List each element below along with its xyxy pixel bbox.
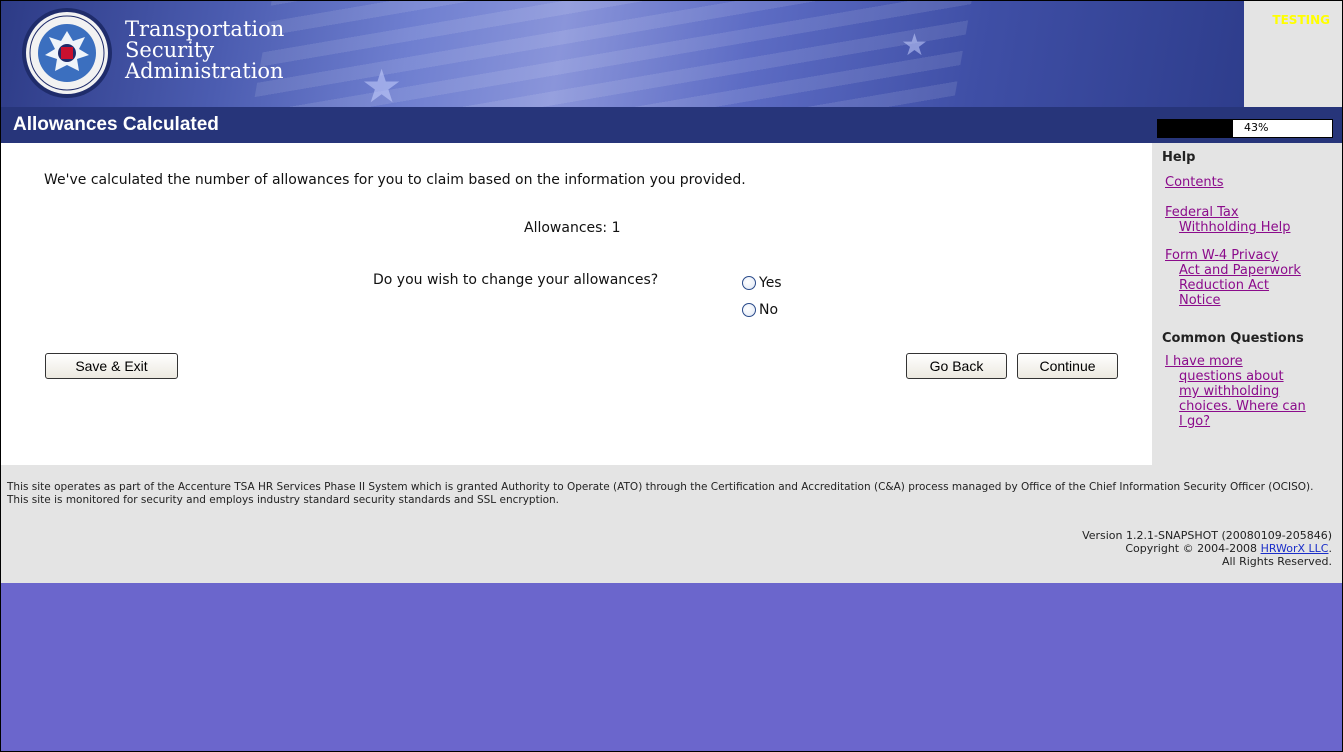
link-line: Notice <box>1179 293 1221 308</box>
link-line: Form W-4 Privacy <box>1165 248 1279 263</box>
common-questions-heading: Common Questions <box>1162 331 1304 346</box>
agency-name-line: Transportation <box>125 17 285 41</box>
save-exit-button[interactable]: Save & Exit <box>45 353 178 379</box>
change-question: Do you wish to change your allowances? <box>373 272 659 288</box>
copyright-suffix: . <box>1328 542 1333 555</box>
help-sidebar: Help Contents Federal Tax Withholding He… <box>1152 143 1342 465</box>
link-line: Withholding Help <box>1179 220 1291 235</box>
version-line: Version 1.2.1-SNAPSHOT (20080109-205846) <box>1082 529 1332 542</box>
radio-option-yes[interactable]: Yes <box>742 275 782 291</box>
copyright-line: Copyright © 2004-2008 HRWorX LLC. <box>1082 542 1332 555</box>
testing-label: TESTING <box>1272 13 1330 27</box>
progress-fill <box>1158 120 1233 137</box>
footer: This site operates as part of the Accent… <box>1 465 1342 583</box>
intro-text: We've calculated the number of allowance… <box>44 172 746 188</box>
agency-name-line: Security <box>125 38 215 62</box>
link-line: Federal Tax <box>1165 205 1239 220</box>
link-line: choices. Where can <box>1179 399 1306 414</box>
environment-panel: TESTING <box>1244 1 1342 107</box>
allowances-value: Allowances: 1 <box>524 220 621 236</box>
dhs-seal-icon <box>22 8 112 98</box>
radio-icon[interactable] <box>742 303 756 317</box>
agency-name-line: Administration <box>125 59 284 83</box>
help-link-more-questions[interactable]: I have more questions about my withholdi… <box>1165 354 1306 429</box>
radio-icon[interactable] <box>742 276 756 290</box>
page-frame: ★ ★ Transportation Security Administrati… <box>0 0 1343 752</box>
go-back-button[interactable]: Go Back <box>906 353 1007 379</box>
security-notice: This site operates as part of the Accent… <box>7 481 1314 506</box>
continue-button[interactable]: Continue <box>1017 353 1118 379</box>
copyright-prefix: Copyright © 2004-2008 <box>1125 542 1261 555</box>
link-line: I have more <box>1165 354 1243 369</box>
version-info: Version 1.2.1-SNAPSHOT (20080109-205846)… <box>1082 529 1332 568</box>
star-decoration-icon: ★ <box>901 28 928 63</box>
help-link-federal-tax[interactable]: Federal Tax Withholding Help <box>1165 205 1290 235</box>
page-title: Allowances Calculated <box>13 114 219 135</box>
main-content: We've calculated the number of allowance… <box>1 143 1152 465</box>
header-banner: ★ ★ Transportation Security Administrati… <box>1 1 1244 107</box>
link-line: I go? <box>1179 414 1211 429</box>
help-heading: Help <box>1162 150 1196 165</box>
star-decoration-icon: ★ <box>361 59 403 107</box>
progress-bar: 43% <box>1157 119 1333 138</box>
flag-stripes <box>243 1 979 107</box>
radio-label-no: No <box>759 302 779 318</box>
radio-option-no[interactable]: No <box>742 302 778 318</box>
progress-label: 43% <box>1244 121 1269 134</box>
hrworx-link[interactable]: HRWorX LLC <box>1261 542 1329 555</box>
link-line: questions about <box>1179 369 1284 384</box>
link-line: Act and Paperwork <box>1179 263 1301 278</box>
help-link-w4-privacy[interactable]: Form W-4 Privacy Act and Paperwork Reduc… <box>1165 248 1301 308</box>
rights-line: All Rights Reserved. <box>1221 555 1332 568</box>
help-link-contents[interactable]: Contents <box>1165 175 1223 190</box>
link-line: Reduction Act <box>1179 278 1270 293</box>
title-bar: Allowances Calculated <box>1 107 1342 143</box>
link-line: my withholding <box>1179 384 1280 399</box>
radio-label-yes: Yes <box>759 275 782 291</box>
agency-name: Transportation Security Administration <box>125 19 284 82</box>
